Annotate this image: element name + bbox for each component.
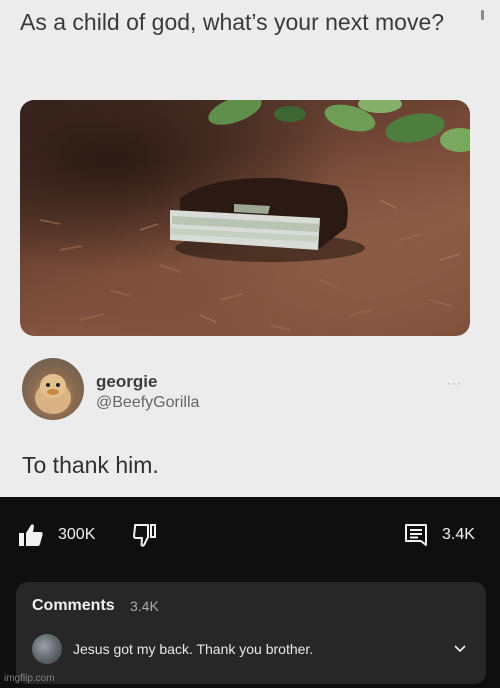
- watermark: imgflip.com: [4, 673, 55, 684]
- avatar[interactable]: [22, 358, 84, 420]
- video-actions-panel: 300K 3.4K Comments 3.4K Jesus got my bac…: [0, 497, 500, 688]
- plant-leaves: [208, 100, 470, 152]
- comments-section[interactable]: Comments 3.4K Jesus got my back. Thank y…: [16, 582, 486, 684]
- more-options-icon[interactable]: ···: [447, 376, 462, 390]
- wallet-photo: [20, 100, 470, 336]
- reply-text: To thank him.: [22, 452, 159, 478]
- user-handle[interactable]: @BeefyGorilla: [96, 394, 199, 412]
- thumbs-up-icon[interactable]: [18, 523, 44, 547]
- comments-title: Comments: [32, 597, 115, 614]
- display-name[interactable]: georgie: [96, 372, 157, 392]
- wallet: [170, 177, 348, 250]
- top-comment-text: Jesus got my back. Thank you brother.: [73, 641, 314, 657]
- post-text: As a child of god, what’s your next move…: [20, 9, 445, 35]
- comment-icon[interactable]: [404, 523, 428, 547]
- comments-count: 3.4K: [130, 598, 159, 614]
- chevron-down-icon[interactable]: [454, 645, 466, 653]
- commenter-avatar: [32, 634, 62, 664]
- tweet-screenshot: As a child of god, what’s your next move…: [0, 0, 500, 497]
- like-count: 300K: [58, 526, 96, 543]
- scroll-marker: [481, 10, 484, 20]
- comment-count: 3.4K: [442, 526, 475, 543]
- thumbs-down-icon[interactable]: [132, 523, 158, 547]
